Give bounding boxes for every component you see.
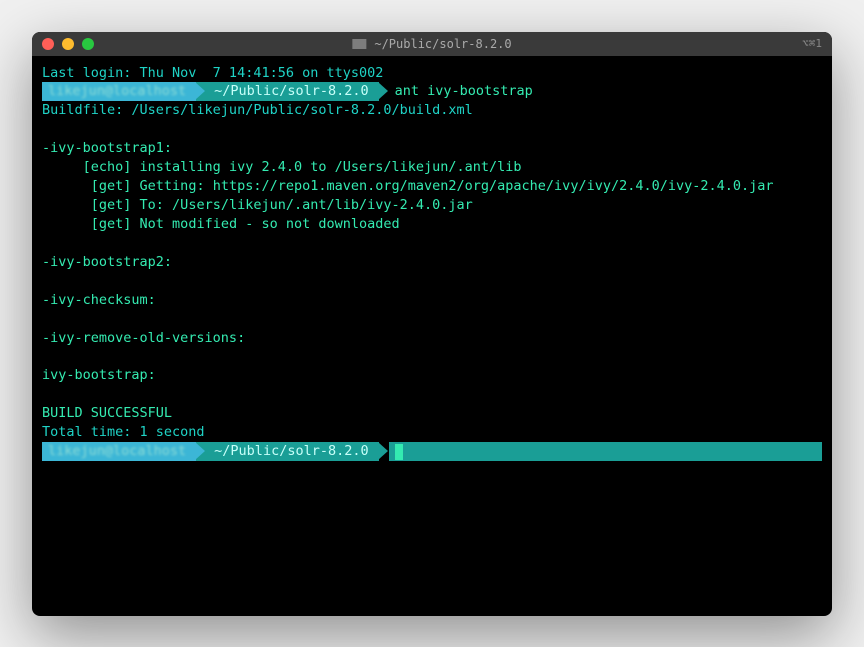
prompt-fill [389,442,822,461]
window-title: ~/Public/solr-8.2.0 [352,37,511,51]
prompt-user-host: likejun@localhost [42,82,196,101]
target-ivy-checksum: -ivy-checksum: [42,291,822,310]
last-login-line: Last login: Thu Nov 7 14:41:56 on ttys00… [42,64,822,83]
pane-indicator: ⌥⌘1 [802,37,822,50]
get-line-3: [get] Not modified - so not downloaded [42,215,822,234]
target-ivy-bootstrap1: -ivy-bootstrap1: [42,139,822,158]
command-text: ant ivy-bootstrap [379,82,533,101]
target-ivy-bootstrap2: -ivy-bootstrap2: [42,253,822,272]
minimize-icon[interactable] [62,38,74,50]
titlebar[interactable]: ~/Public/solr-8.2.0 ⌥⌘1 [32,32,832,56]
traffic-lights [42,38,94,50]
prompt-user-host: likejun@localhost [42,442,196,461]
get-line-1: [get] Getting: https://repo1.maven.org/m… [42,177,822,196]
terminal-body[interactable]: Last login: Thu Nov 7 14:41:56 on ttys00… [32,56,832,616]
cursor-icon [395,444,403,460]
prompt-path: ~/Public/solr-8.2.0 [196,82,378,101]
prompt-path: ~/Public/solr-8.2.0 [196,442,378,461]
target-ivy-remove-old: -ivy-remove-old-versions: [42,329,822,348]
build-success-line: BUILD SUCCESSFUL [42,404,822,423]
echo-line: [echo] installing ivy 2.4.0 to /Users/li… [42,158,822,177]
buildfile-line: Buildfile: /Users/likejun/Public/solr-8.… [42,101,822,120]
prompt-line-2[interactable]: likejun@localhost ~/Public/solr-8.2.0 [42,442,822,461]
total-time-line: Total time: 1 second [42,423,822,442]
maximize-icon[interactable] [82,38,94,50]
get-line-2: [get] To: /Users/likejun/.ant/lib/ivy-2.… [42,196,822,215]
terminal-window: ~/Public/solr-8.2.0 ⌥⌘1 Last login: Thu … [32,32,832,616]
folder-icon [352,39,366,49]
target-ivy-bootstrap: ivy-bootstrap: [42,366,822,385]
prompt-line-1: likejun@localhost ~/Public/solr-8.2.0 an… [42,82,822,101]
close-icon[interactable] [42,38,54,50]
title-text: ~/Public/solr-8.2.0 [374,37,511,51]
